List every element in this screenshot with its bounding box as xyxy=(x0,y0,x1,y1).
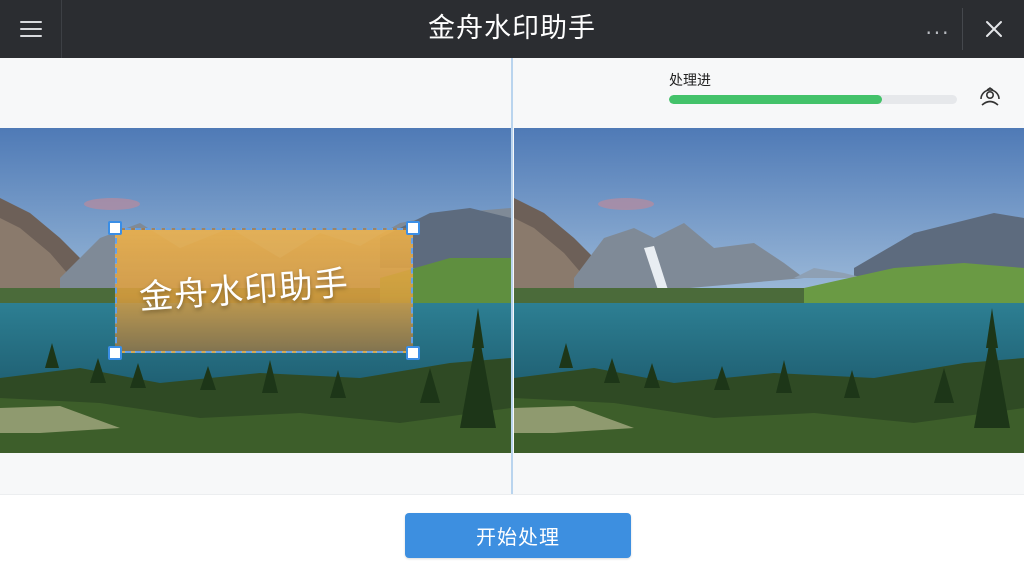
watermark-text: 金舟水印助手 xyxy=(137,263,351,318)
watermark-selection-box[interactable]: 金舟水印助手 xyxy=(108,221,420,360)
start-processing-button[interactable]: 开始处理 xyxy=(405,513,631,558)
app-title: 金舟水印助手 xyxy=(428,13,596,44)
title-bar: 金舟水印助手 ··· xyxy=(0,0,1024,58)
close-button[interactable] xyxy=(963,0,1024,58)
resize-handle-top-left[interactable] xyxy=(108,221,122,235)
processed-landscape-image xyxy=(514,128,1024,453)
resize-handle-bottom-right[interactable] xyxy=(406,346,420,360)
processed-image-panel xyxy=(514,128,1024,453)
progress-label: 处理进 xyxy=(669,73,711,89)
more-button[interactable]: ··· xyxy=(914,0,962,58)
menu-button[interactable] xyxy=(0,0,62,58)
hamburger-menu-icon xyxy=(19,16,42,42)
progress-bar xyxy=(669,95,957,104)
more-dots-icon: ··· xyxy=(925,21,951,45)
compare-divider[interactable] xyxy=(511,58,513,494)
user-button[interactable] xyxy=(976,86,1004,110)
close-icon xyxy=(985,21,1002,37)
progress-bar-fill xyxy=(669,95,883,104)
resize-handle-top-right[interactable] xyxy=(406,221,420,235)
resize-handle-bottom-left[interactable] xyxy=(108,346,122,360)
user-avatar-icon xyxy=(980,87,1000,106)
